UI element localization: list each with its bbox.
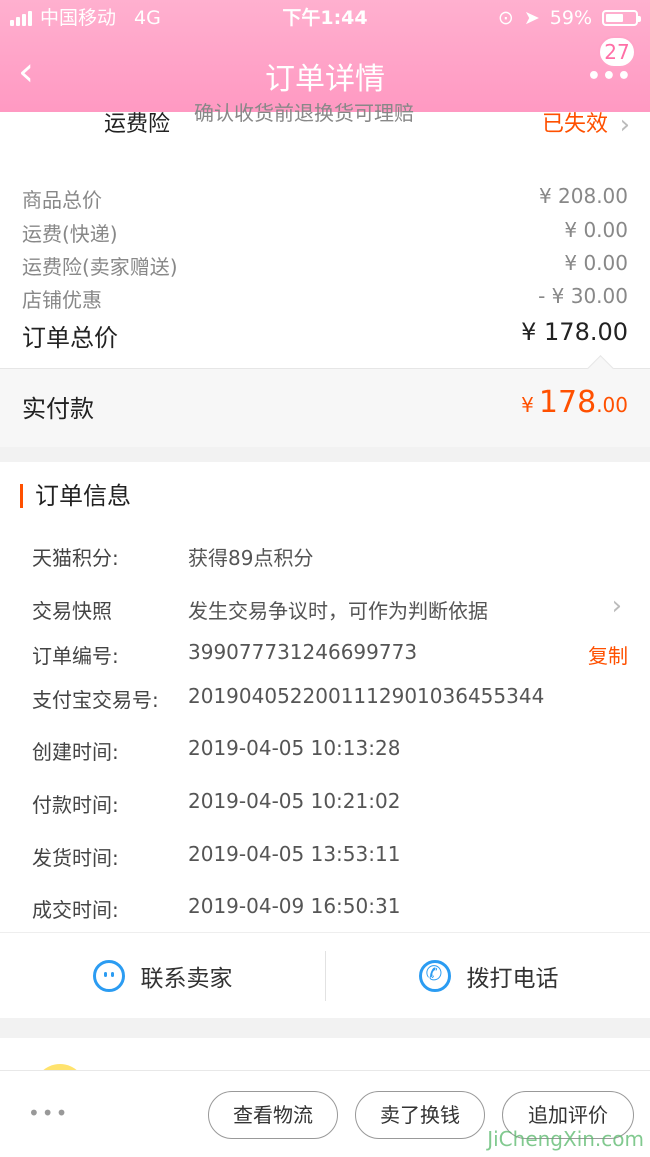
info-row-completed: 成交时间: 2019-04-09 16:50:31 — [32, 894, 628, 924]
price-label: 商品总价 — [22, 188, 102, 212]
info-key: 发货时间: — [32, 846, 119, 870]
price-value: ¥ 0.00 — [564, 218, 628, 242]
info-value: 2019-04-05 10:21:02 — [188, 789, 401, 813]
chat-icon — [92, 960, 125, 992]
paid-integer: 178 — [538, 385, 597, 420]
phone-icon — [418, 960, 451, 992]
rotation-lock-icon: ⊙ — [497, 7, 514, 29]
more-actions-icon[interactable]: ••• — [28, 1101, 69, 1125]
price-row: 运费险(卖家赠送) ¥ 0.00 — [22, 251, 628, 281]
price-label: 店铺优惠 — [22, 288, 102, 312]
info-row-points: 天猫积分: 获得89点积分 — [32, 542, 628, 572]
info-key: 付款时间: — [32, 793, 119, 817]
info-row-snapshot[interactable]: 交易快照 发生交易争议时，可作为判断依据 › — [32, 591, 628, 625]
info-value: 399077731246699773 — [188, 640, 418, 664]
insurance-status: 已失效 — [541, 112, 608, 137]
price-label: 运费(快递) — [22, 222, 118, 246]
info-row-created: 创建时间: 2019-04-05 10:13:28 — [32, 736, 628, 766]
view-logistics-button[interactable]: 查看物流 — [208, 1091, 338, 1139]
order-total-label: 订单总价 — [22, 324, 118, 352]
watermark: JiChengXin.com — [487, 1127, 644, 1151]
info-value: 2019040522001112901036455344 — [188, 684, 545, 708]
contact-bar: 联系卖家 拨打电话 — [0, 932, 650, 1019]
bottom-action-bar: ••• 查看物流 卖了换钱 追加评价 JiChengXin.com — [0, 1070, 650, 1157]
price-value: ¥ 0.00 — [564, 251, 628, 275]
status-bar: 中国移动 4G 下午1:44 ⊙ ➤ 59% — [0, 0, 650, 36]
page-title: 订单详情 — [265, 62, 385, 97]
battery-icon — [602, 10, 641, 26]
price-value: - ¥ 30.00 — [538, 284, 628, 308]
battery-percent: 59% — [549, 7, 592, 29]
price-row: 店铺优惠 - ¥ 30.00 — [22, 284, 628, 314]
order-total-value: ¥ 178.00 — [521, 318, 628, 346]
price-label: 运费险(卖家赠送) — [22, 255, 178, 279]
info-key: 交易快照 — [32, 599, 112, 623]
info-key: 支付宝交易号: — [32, 688, 159, 712]
info-row-paid: 付款时间: 2019-04-05 10:21:02 — [32, 789, 628, 819]
call-button[interactable]: 拨打电话 — [326, 933, 650, 1019]
paid-value: ¥ 178.00 — [521, 385, 628, 420]
info-value: 发生交易争议时，可作为判断依据 — [188, 599, 488, 623]
chevron-right-icon: › — [619, 110, 630, 140]
order-info-card: 订单信息 天猫积分: 获得89点积分 交易快照 发生交易争议时，可作为判断依据 … — [0, 462, 650, 1018]
message-count-badge: 27 — [598, 36, 636, 68]
paid-decimal: .00 — [596, 393, 628, 417]
header: 中国移动 4G 下午1:44 ⊙ ➤ 59% ‹ 订单详情 ••• 27 — [0, 0, 650, 112]
info-value: 2019-04-05 10:13:28 — [188, 736, 401, 760]
section-title: 订单信息 — [20, 484, 131, 508]
contact-seller-button[interactable]: 联系卖家 — [0, 933, 325, 1019]
price-card: 运费险 确认收货前退换货可理赔 已失效 › 商品总价 ¥ 208.00 运费(快… — [0, 101, 650, 368]
info-row-shipped: 发货时间: 2019-04-05 13:53:11 — [32, 842, 628, 872]
location-icon: ➤ — [523, 7, 540, 29]
info-key: 订单编号: — [32, 644, 119, 668]
chevron-right-icon: › — [611, 591, 622, 621]
copy-button[interactable]: 复制 — [588, 640, 628, 669]
info-row-alipay: 支付宝交易号: 2019040522001112901036455344 — [32, 684, 628, 714]
price-row: 运费(快递) ¥ 0.00 — [22, 218, 628, 248]
paid-amount-row: 实付款 ¥ 178.00 — [0, 355, 650, 447]
contact-seller-label: 联系卖家 — [140, 966, 233, 992]
more-icon[interactable]: ••• — [587, 64, 632, 89]
paid-label: 实付款 — [22, 395, 94, 423]
order-total-row: 订单总价 ¥ 178.00 — [22, 318, 628, 352]
resell-button[interactable]: 卖了换钱 — [355, 1091, 485, 1139]
price-row: 商品总价 ¥ 208.00 — [22, 184, 628, 214]
insurance-label: 运费险 — [104, 112, 171, 137]
shipping-insurance-row[interactable]: 运费险 确认收货前退换货可理赔 已失效 › — [0, 101, 650, 152]
info-key: 成交时间: — [32, 898, 119, 922]
call-label: 拨打电话 — [466, 966, 559, 992]
info-value: 2019-04-09 16:50:31 — [188, 894, 401, 918]
paid-currency: ¥ — [521, 393, 534, 417]
info-value: 2019-04-05 13:53:11 — [188, 842, 401, 866]
price-value: ¥ 208.00 — [538, 184, 628, 208]
info-row-order-number: 订单编号: 399077731246699773 复制 — [32, 640, 628, 670]
info-value: 获得89点积分 — [188, 546, 314, 570]
insurance-desc: 确认收货前退换货可理赔 — [194, 101, 414, 125]
info-key: 天猫积分: — [32, 546, 119, 570]
info-key: 创建时间: — [32, 740, 119, 764]
